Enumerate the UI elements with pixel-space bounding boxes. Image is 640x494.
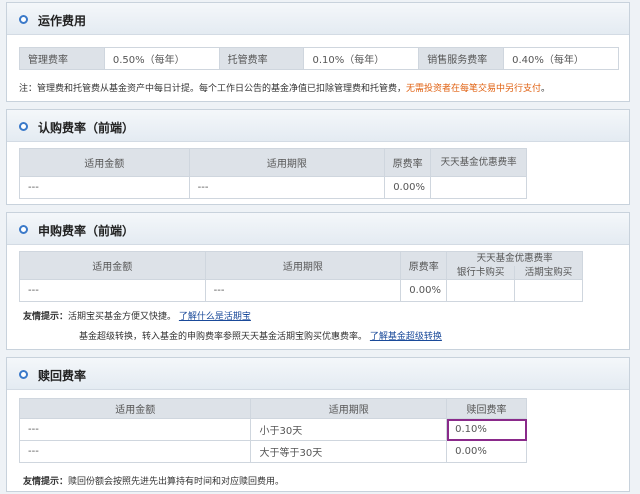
note-highlight: 无需投资者在每笔交易中另行支付 [406, 84, 542, 94]
table-cell: 小于30天 [250, 418, 448, 441]
table-cell: --- [18, 418, 252, 441]
column-subheader: 活期宝购买 [514, 265, 583, 280]
tip-text: 活期宝买基金方便又快捷。 [68, 312, 177, 322]
column-header: 适用期限 [188, 148, 386, 177]
purchase-fees-header: 申购费率（前端） [7, 213, 629, 245]
purchase-tip-1: 友情提示：活期宝买基金方便又快捷。 了解什么是活期宝 [23, 309, 251, 322]
purchase-fees-section: 申购费率（前端） 适用金额 适用期限 原费率 天天基金优惠费率 银行卡购买 活期… [6, 212, 630, 350]
column-header: 适用期限 [250, 398, 448, 419]
table-cell: --- [188, 176, 386, 199]
fee-label: 销售服务费率 [418, 47, 505, 70]
subscription-fees-table: 适用金额 适用期限 原费率 天天基金优惠费率 --- --- 0.00% [19, 148, 527, 199]
column-header: 适用期限 [204, 251, 402, 280]
operating-fees-table: 管理费率 0.50%（每年） 托管费率 0.10%（每年） 销售服务费率 0.4… [19, 47, 619, 70]
operating-note: 注：管理费和托管费从基金资产中每日计提。每个工作日公告的基金净值已扣除管理费和托… [19, 81, 550, 94]
bullet-circle-icon [19, 225, 28, 234]
bullet-circle-icon [19, 370, 28, 379]
table-cell: --- [19, 176, 190, 199]
table-cell: 大于等于30天 [250, 440, 448, 463]
column-header: 天天基金优惠费率 [430, 148, 527, 177]
purchase-tip-2: 基金超级转换，转入基金的申购费率参照天天基金活期宝购买优惠费率。 了解基金超级转… [79, 329, 442, 342]
bullet-circle-icon [19, 15, 28, 24]
subscription-fees-header: 认购费率（前端） [7, 110, 629, 142]
table-cell: --- [18, 440, 252, 463]
column-subheader: 银行卡购买 [446, 265, 516, 280]
section-title: 赎回费率 [38, 369, 87, 383]
redemption-tip: 友情提示：赎回份额会按照先进先出算持有时间和对应赎回费用。 [23, 474, 284, 487]
table-cell: 0.00% [400, 279, 448, 302]
fee-value: 0.10%（每年） [303, 47, 420, 70]
note-text: 注：管理费和托管费从基金资产中每日计提。每个工作日公告的基金净值已扣除管理费和托… [19, 84, 407, 94]
redemption-fees-table: 适用金额 适用期限 赎回费率 --- 小于30天 0.10% --- 大于等于3… [18, 398, 527, 463]
column-header: 原费率 [400, 251, 448, 280]
section-title: 申购费率（前端） [38, 224, 135, 238]
tip-text: 基金超级转换，转入基金的申购费率参照天天基金活期宝购买优惠费率。 [79, 332, 368, 342]
note-suffix: 。 [541, 84, 551, 94]
table-cell: --- [19, 279, 206, 302]
super-transfer-link[interactable]: 了解基金超级转换 [370, 332, 442, 342]
fee-value: 0.40%（每年） [503, 47, 619, 70]
redemption-fees-section: 赎回费率 适用金额 适用期限 赎回费率 --- 小于30天 0.10% --- … [6, 357, 630, 492]
fee-label: 托管费率 [218, 47, 305, 70]
table-cell [430, 176, 527, 199]
column-header: 适用金额 [19, 251, 206, 280]
column-header: 天天基金优惠费率 [446, 251, 583, 266]
column-header: 适用金额 [18, 398, 252, 419]
table-cell: 0.00% [446, 440, 527, 463]
subscription-fees-section: 认购费率（前端） 适用金额 适用期限 原费率 天天基金优惠费率 --- --- … [6, 109, 630, 205]
column-header: 赎回费率 [446, 398, 527, 419]
tip-label: 友情提示： [23, 477, 69, 487]
fee-label: 管理费率 [19, 47, 105, 70]
column-header: 原费率 [384, 148, 432, 177]
huoqibao-info-link[interactable]: 了解什么是活期宝 [179, 312, 251, 322]
operating-fees-header: 运作费用 [7, 3, 629, 35]
table-cell [514, 279, 583, 302]
tip-label: 友情提示： [23, 312, 69, 322]
operating-fees-section: 运作费用 管理费率 0.50%（每年） 托管费率 0.10%（每年） 销售服务费… [6, 2, 630, 102]
table-cell [446, 279, 516, 302]
table-cell: --- [204, 279, 402, 302]
tip-text: 赎回份额会按照先进先出算持有时间和对应赎回费用。 [68, 477, 285, 487]
column-header: 适用金额 [19, 148, 190, 177]
table-cell-highlighted: 0.10% [446, 418, 527, 441]
table-cell: 0.00% [384, 176, 432, 199]
bullet-circle-icon [19, 122, 28, 131]
purchase-fees-table: 适用金额 适用期限 原费率 天天基金优惠费率 银行卡购买 活期宝购买 --- -… [19, 251, 583, 302]
section-title: 认购费率（前端） [38, 121, 135, 135]
redemption-fees-header: 赎回费率 [7, 358, 629, 390]
section-title: 运作费用 [38, 14, 87, 28]
fee-value: 0.50%（每年） [103, 47, 220, 70]
